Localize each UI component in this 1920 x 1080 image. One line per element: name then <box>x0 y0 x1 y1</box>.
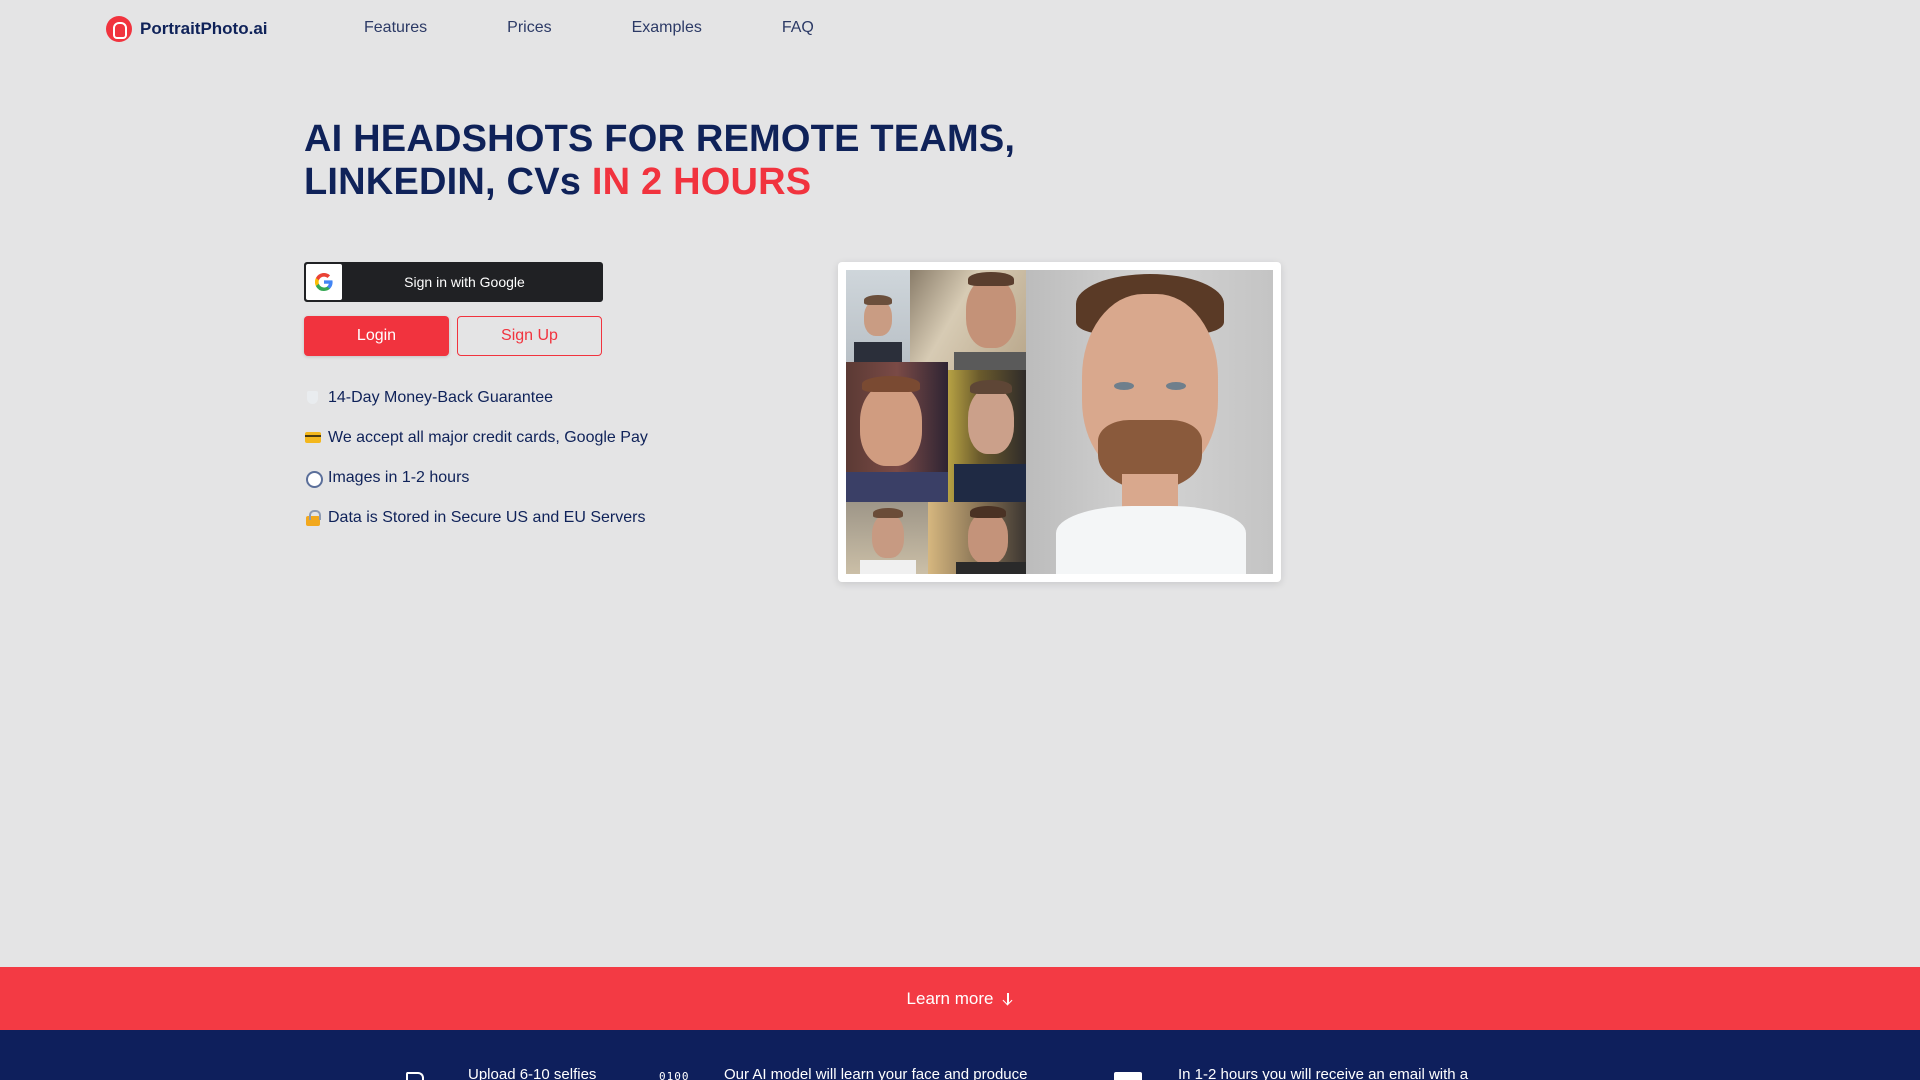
step-text: Upload 6-10 selfies <box>468 1066 597 1080</box>
credit-card-icon <box>304 430 324 446</box>
top-navigation: PortraitPhoto.ai Features Prices Example… <box>0 0 1920 58</box>
step-text: Our AI model will learn your face and pr… <box>724 1066 1028 1080</box>
binary-icon: 0100 <box>659 1070 690 1080</box>
selfie-photo <box>846 270 910 362</box>
step-email: In 1-2 hours you will receive an email w… <box>1178 1066 1468 1080</box>
arrow-down-icon <box>1003 992 1013 1005</box>
how-it-works-section: Upload 6-10 selfies 0100 Our AI model wi… <box>0 1030 1920 1080</box>
step-train: Our AI model will learn your face and pr… <box>724 1066 1028 1080</box>
hero-title: AI HEADSHOTS FOR REMOTE TEAMS, LINKEDIN,… <box>304 118 1064 204</box>
nav-link-faq[interactable]: FAQ <box>782 19 814 37</box>
selfie-photo <box>846 362 948 502</box>
google-icon <box>306 264 342 300</box>
document-icon <box>406 1072 424 1080</box>
google-signin-label: Sign in with Google <box>404 274 525 290</box>
features-list: 14-Day Money-Back Guarantee We accept al… <box>304 388 648 548</box>
headshot-collage <box>838 262 1281 582</box>
lock-icon <box>304 510 324 526</box>
feature-item: Images in 1-2 hours <box>304 468 648 488</box>
selfie-photo <box>928 502 1026 574</box>
learn-more-band: Learn more <box>0 967 1920 1030</box>
feature-text: 14-Day Money-Back Guarantee <box>328 389 553 406</box>
shield-icon <box>304 390 324 406</box>
selfie-photo <box>846 502 928 574</box>
feature-text: Images in 1-2 hours <box>328 469 470 486</box>
feature-item: Data is Stored in Secure US and EU Serve… <box>304 508 648 528</box>
hero-title-line1: AI HEADSHOTS FOR REMOTE TEAMS, <box>304 118 1016 160</box>
collage-grid <box>846 270 1273 574</box>
step-text: In 1-2 hours you will receive an email w… <box>1178 1066 1469 1080</box>
feature-text: We accept all major credit cards, Google… <box>328 429 648 446</box>
feature-text: Data is Stored in Secure US and EU Serve… <box>328 509 646 526</box>
signup-button[interactable]: Sign Up <box>457 316 602 356</box>
feature-item: We accept all major credit cards, Google… <box>304 428 648 448</box>
selfie-photo <box>948 370 1026 502</box>
feature-item: 14-Day Money-Back Guarantee <box>304 388 648 408</box>
hero-title-accent: IN 2 HOURS <box>591 161 812 203</box>
learn-more-link[interactable]: Learn more <box>907 989 1014 1009</box>
nav-link-prices[interactable]: Prices <box>507 19 551 37</box>
alarm-clock-icon <box>304 470 324 488</box>
google-signin-button[interactable]: Sign in with Google <box>304 262 603 302</box>
nav-links: Features Prices Examples FAQ <box>364 19 894 37</box>
login-button[interactable]: Login <box>304 316 449 356</box>
selfie-photo <box>910 270 1026 370</box>
logo-icon <box>106 16 132 42</box>
step-upload: Upload 6-10 selfies <box>468 1066 596 1080</box>
mail-icon <box>1114 1072 1142 1080</box>
nav-link-features[interactable]: Features <box>364 19 427 37</box>
logo-text: PortraitPhoto.ai <box>140 19 268 38</box>
logo-link[interactable]: PortraitPhoto.ai <box>106 16 268 42</box>
hero-title-line2: LINKEDIN, CVs <box>304 161 582 203</box>
learn-more-label: Learn more <box>906 988 994 1008</box>
nav-link-examples[interactable]: Examples <box>632 19 702 37</box>
generated-headshot-photo <box>1026 270 1273 574</box>
